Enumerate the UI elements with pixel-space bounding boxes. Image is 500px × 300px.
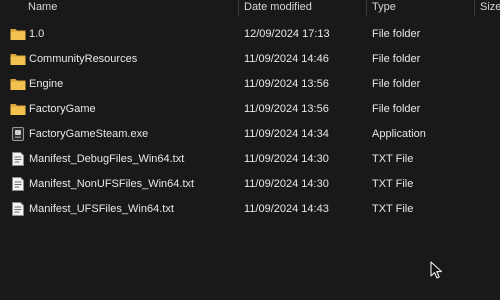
folder-icon [10, 22, 26, 47]
file-type: File folder [372, 53, 421, 65]
file-list: 1.0 12/09/2024 17:13 File folder Communi… [0, 22, 500, 222]
column-divider[interactable] [238, 0, 239, 16]
column-divider[interactable] [366, 0, 367, 16]
file-type: File folder [372, 103, 421, 115]
file-type: TXT File [372, 153, 414, 165]
text-file-icon [10, 147, 26, 172]
column-header-type[interactable]: Type [372, 0, 396, 16]
file-name: CommunityResources [29, 53, 138, 65]
folder-icon [10, 97, 26, 122]
column-header-name[interactable]: Name [28, 0, 57, 16]
column-header-date-modified[interactable]: Date modified [244, 0, 312, 16]
file-row[interactable]: CommunityResources 11/09/2024 14:46 File… [0, 47, 500, 72]
application-icon [10, 122, 26, 147]
file-date-modified: 11/09/2024 13:56 [244, 78, 329, 90]
file-name: FactoryGameSteam.exe [29, 128, 149, 140]
file-name: Engine [29, 78, 64, 90]
file-row[interactable]: Manifest_UFSFiles_Win64.txt 11/09/2024 1… [0, 197, 500, 222]
folder-icon [10, 72, 26, 97]
file-date-modified: 11/09/2024 13:56 [244, 103, 329, 115]
file-type: Application [372, 128, 426, 140]
column-header-size[interactable]: Size [480, 0, 500, 16]
column-divider[interactable] [474, 0, 475, 16]
file-name: Manifest_NonUFSFiles_Win64.txt [29, 178, 195, 190]
file-explorer-list: Name Date modified Type Size 1.0 12/09/2… [0, 0, 500, 300]
file-row[interactable]: FactoryGameSteam.exe 11/09/2024 14:34 Ap… [0, 122, 500, 147]
file-row[interactable]: FactoryGame 11/09/2024 13:56 File folder [0, 97, 500, 122]
text-file-icon [10, 197, 26, 222]
file-date-modified: 11/09/2024 14:30 [244, 153, 329, 165]
file-date-modified: 12/09/2024 17:13 [244, 28, 330, 40]
file-date-modified: 11/09/2024 14:30 [244, 178, 329, 190]
text-file-icon [10, 172, 26, 197]
folder-icon [10, 47, 26, 72]
file-date-modified: 11/09/2024 14:34 [244, 128, 329, 140]
file-row[interactable]: Manifest_DebugFiles_Win64.txt 11/09/2024… [0, 147, 500, 172]
file-row[interactable]: 1.0 12/09/2024 17:13 File folder [0, 22, 500, 47]
file-name: Manifest_DebugFiles_Win64.txt [29, 153, 185, 165]
file-row[interactable]: Manifest_NonUFSFiles_Win64.txt 11/09/202… [0, 172, 500, 197]
file-type: File folder [372, 28, 421, 40]
file-name: FactoryGame [29, 103, 96, 115]
file-type: TXT File [372, 178, 414, 190]
file-date-modified: 11/09/2024 14:46 [244, 53, 329, 65]
file-name: 1.0 [29, 28, 45, 40]
file-date-modified: 11/09/2024 14:43 [244, 203, 329, 215]
column-header-bar: Name Date modified Type Size [0, 0, 500, 16]
file-row[interactable]: Engine 11/09/2024 13:56 File folder [0, 72, 500, 97]
mouse-pointer-icon [430, 261, 443, 279]
file-type: TXT File [372, 203, 414, 215]
file-name: Manifest_UFSFiles_Win64.txt [29, 203, 174, 215]
file-type: File folder [372, 78, 421, 90]
